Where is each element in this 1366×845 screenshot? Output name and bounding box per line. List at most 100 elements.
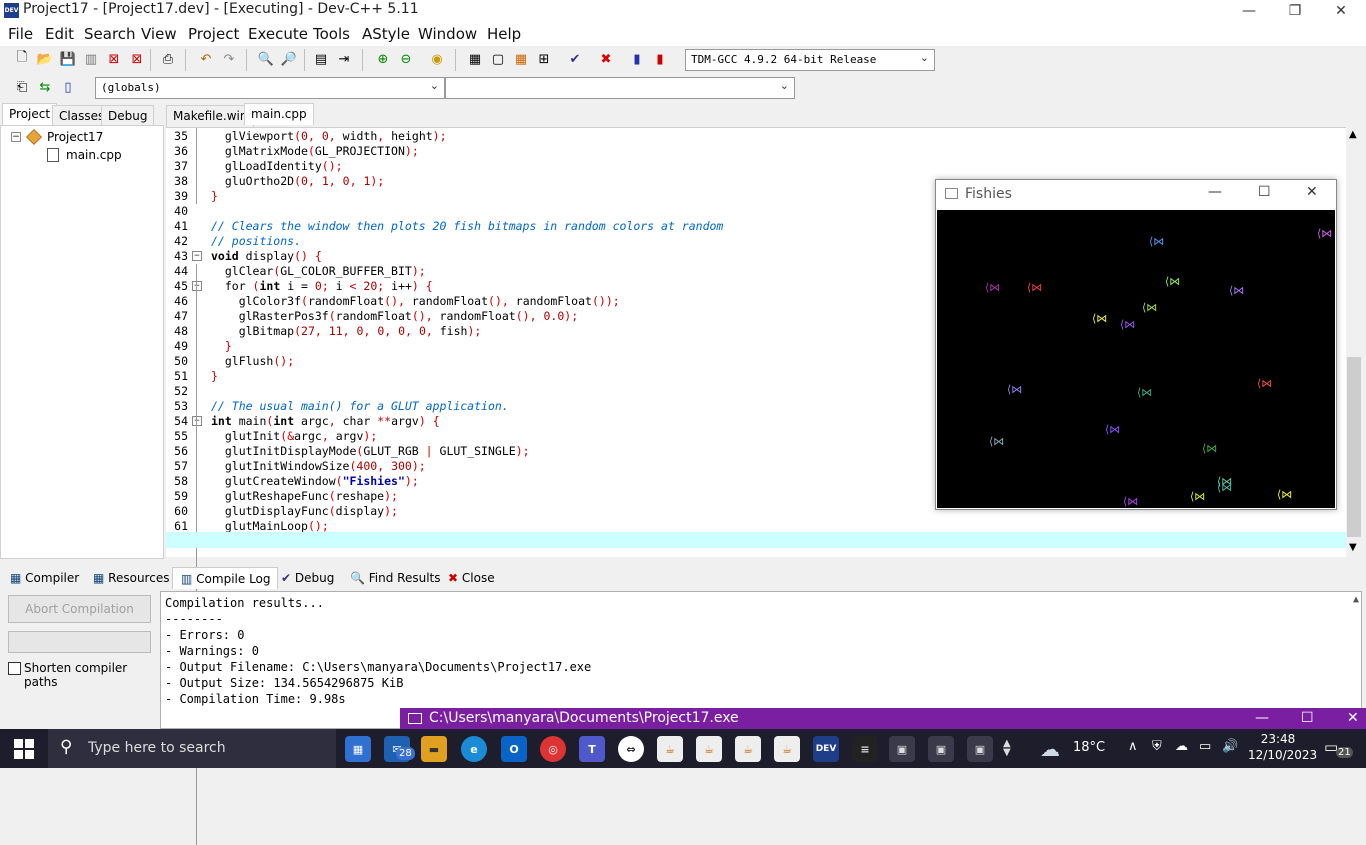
java-icon[interactable]: ☕ [735,736,761,762]
console-maximize-button[interactable]: ☐ [1301,710,1314,726]
tab-resources[interactable]: ▦ Resources [85,567,175,589]
save-icon[interactable]: 💾 [58,49,78,69]
compile-run-icon[interactable]: ▦ [511,49,531,69]
compile-icon[interactable]: ▦ [465,49,485,69]
save-all-icon[interactable]: ▥ [81,49,101,69]
undo-icon[interactable]: ↶ [196,49,216,69]
minimize-button[interactable]: — [1226,0,1272,22]
tab-compile-log[interactable]: ▥ Compile Log [172,567,278,589]
close-file-icon[interactable]: ⊠ [104,49,124,69]
fishies-maximize-button[interactable]: ☐ [1258,184,1271,200]
shorten-paths-checkbox[interactable] [8,662,21,675]
tab-close[interactable]: ✖ Close [440,567,501,589]
menu-astyle[interactable]: AStyle [362,25,410,43]
tab-compiler[interactable]: ▦ Compiler [2,567,85,589]
log-scroll-up-icon[interactable]: ▲ [1353,594,1359,605]
clock-date[interactable]: 12/10/2023 [1248,748,1317,762]
console-minimize-button[interactable]: — [1255,710,1269,726]
file-explorer-icon[interactable]: ▬ [421,736,447,762]
task-view-icon[interactable]: ▦ [345,736,371,762]
menu-edit[interactable]: Edit [45,25,74,43]
window-icon[interactable]: ▣ [928,736,954,762]
compiler-select[interactable]: TDM-GCC 4.9.2 64-bit Release ⌄ [685,49,935,71]
fishies-window[interactable]: Fishies — ☐ ✕ ⟨⋈ ⟨⋈ ⟨⋈ ⟨⋈ ⟨⋈ ⟨⋈ ⟨⋈ ⟨⋈ ⟨⋈ ⟨⋈ ⟨⋈ ⟨⋈ ⟨⋈… [935,179,1337,510]
scroll-up-icon[interactable]: ▲ [1349,129,1357,140]
fold-toggle-icon[interactable]: − [192,416,202,426]
menu-project[interactable]: Project [188,25,239,43]
menu-search[interactable]: Search [84,25,136,43]
java-icon[interactable]: ☕ [774,736,800,762]
run-icon[interactable]: ▢ [488,49,508,69]
tab-debug[interactable]: ✔ Debug [273,567,340,589]
taskbar-overflow-icon[interactable]: ▲ ▼ [1003,739,1011,758]
menu-file[interactable]: File [8,25,33,43]
add-to-project-icon[interactable]: ⊕ [373,49,393,69]
console-window-titlebar[interactable]: C:\Users\manyara\Documents\Project17.exe… [400,708,1366,730]
stop-execution-icon[interactable]: ✖ [596,49,616,69]
menu-view[interactable]: View [141,25,177,43]
goto-bookmark-icon[interactable]: ▯ [58,77,78,97]
editor-scrollbar[interactable]: ▲ ▼ [1346,127,1362,557]
windows-start-icon[interactable] [14,739,34,759]
edge-icon[interactable]: e [461,736,487,762]
member-select[interactable]: ⌄ [445,77,795,99]
tab-debug-left[interactable]: Debug [101,105,155,127]
menu-window[interactable]: Window [418,25,477,43]
volume-icon[interactable]: 🔊 [1222,739,1238,754]
tray-chevron-icon[interactable]: ∧ [1128,739,1138,754]
scope-select[interactable]: (globals) ⌄ [95,77,445,99]
tab-find-results[interactable]: 🔍 Find Results [342,567,447,589]
tree-collapse-icon[interactable]: − [11,132,21,142]
project-options-icon[interactable]: ◉ [427,49,447,69]
tree-project-root[interactable]: Project17 [47,130,103,144]
teams-icon[interactable]: T [579,736,605,762]
scroll-down-icon[interactable]: ▼ [1349,542,1357,553]
scroll-thumb[interactable] [1347,357,1361,537]
weather-icon[interactable]: ☁ [1040,737,1060,761]
remove-from-project-icon[interactable]: ⊖ [396,49,416,69]
find-icon[interactable]: 🔍 [256,49,276,69]
fold-toggle-icon[interactable]: − [192,251,202,261]
insert-icon[interactable]: ⎗ [12,77,32,97]
profile-icon[interactable]: ▮ [627,49,647,69]
tree-file-main[interactable]: main.cpp [66,148,122,162]
new-file-icon[interactable]: 🗋 [12,49,32,69]
open-project-icon[interactable]: 📂 [35,49,55,69]
fishies-minimize-button[interactable]: — [1208,184,1222,200]
abort-compilation-button[interactable]: Abort Compilation [8,595,151,623]
redo-icon[interactable]: ↷ [219,49,239,69]
app-lines-icon[interactable]: ≡ [852,736,878,762]
fishies-close-button[interactable]: ✕ [1306,184,1318,200]
tab-makefile[interactable]: Makefile.win [166,105,255,127]
replace-icon[interactable]: 🔎 [279,49,299,69]
rebuild-all-icon[interactable]: ⊞ [534,49,554,69]
chrome-icon[interactable]: ◎ [540,736,566,762]
java-icon[interactable]: ☕ [696,736,722,762]
console-close-button[interactable]: ✕ [1347,710,1359,726]
tab-main-cpp[interactable]: main.cpp [244,103,314,125]
outlook-icon[interactable]: O [501,736,527,762]
menu-help[interactable]: Help [487,25,521,43]
menu-execute[interactable]: Execute [248,25,308,43]
indent-icon[interactable]: ▤ [311,49,331,69]
print-icon[interactable]: ⎙ [158,49,178,69]
restore-button[interactable]: ❐ [1272,0,1318,22]
toggle-bookmark-icon[interactable]: ⇆ [35,77,55,97]
fold-toggle-icon[interactable]: − [192,281,202,291]
window-icon[interactable]: ▣ [967,736,993,762]
java-icon[interactable]: ☕ [657,736,683,762]
security-icon[interactable]: ⛨ [1152,739,1162,754]
clock-time[interactable]: 23:48 [1248,732,1308,746]
menu-tools[interactable]: Tools [313,25,350,43]
delete-profile-icon[interactable]: ▮ [650,49,670,69]
battery-icon[interactable]: ▭ [1199,739,1211,754]
onedrive-icon[interactable]: ☁ [1175,739,1188,754]
window-icon[interactable]: ▣ [889,736,915,762]
syntax-check-icon[interactable]: ✔ [565,49,585,69]
taskbar-search[interactable]: ⚲ Type here to search [48,729,336,768]
close-all-icon[interactable]: ⊠ [127,49,147,69]
app-circle-icon[interactable]: ⇔ [618,736,644,762]
goto-line-icon[interactable]: ⇥ [334,49,354,69]
tab-project[interactable]: Project [2,103,58,125]
devcpp-taskbar-icon[interactable]: DEV [813,736,839,762]
